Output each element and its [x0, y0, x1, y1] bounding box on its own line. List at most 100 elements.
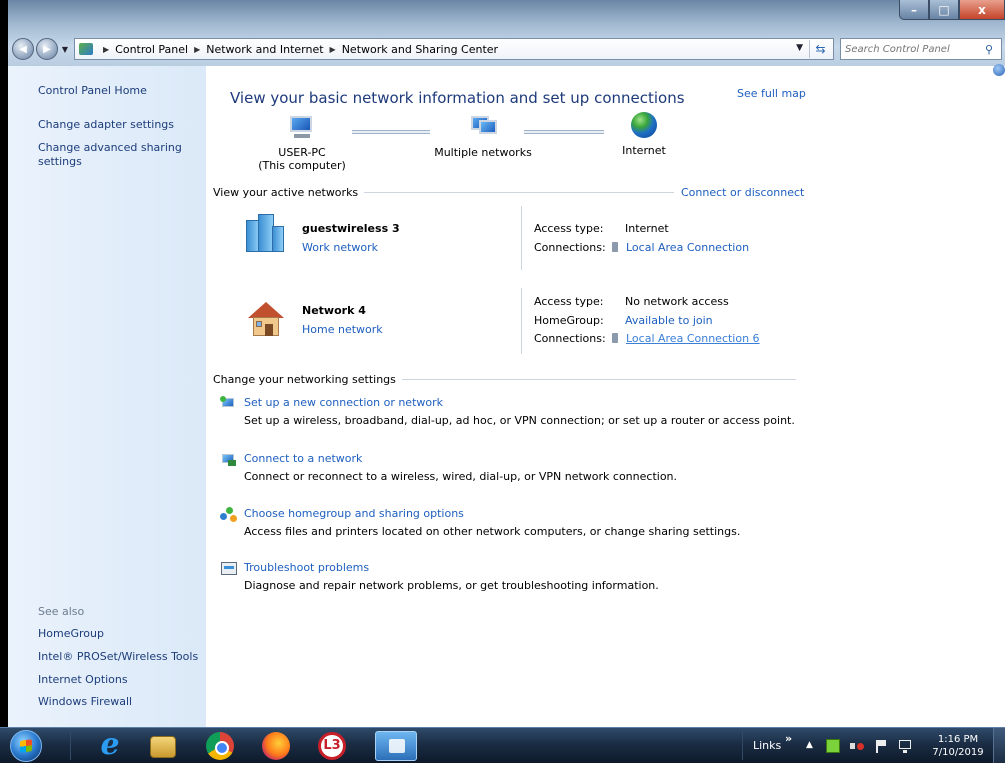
network-name-guestwireless: guestwireless 3 [302, 222, 400, 235]
system-clock[interactable]: 1:16 PM 7/10/2019 [928, 733, 988, 759]
show-desktop-button[interactable] [993, 728, 1005, 763]
sidebar-link-internet-options[interactable]: Internet Options [38, 673, 128, 686]
address-bar[interactable]: ▶ Control Panel ▶ Network and Internet ▶… [74, 38, 834, 60]
setup-connection-link[interactable]: Set up a new connection or network [244, 396, 804, 409]
homegroup-label: HomeGroup: [534, 314, 604, 327]
power-manager-icon[interactable] [826, 739, 840, 753]
homegroup-options-link[interactable]: Choose homegroup and sharing options [244, 507, 804, 520]
internet-explorer-icon[interactable]: e [96, 730, 124, 760]
sidebar-link-windows-firewall[interactable]: Windows Firewall [38, 695, 132, 708]
networking-settings-header: Change your networking settings [213, 373, 796, 386]
chrome-icon[interactable] [206, 732, 234, 760]
connection-name: Local Area Connection 6 [626, 332, 760, 345]
navigation-bar: ◀ ▶ ▼ ▶ Control Panel ▶ Network and Inte… [8, 36, 1005, 62]
back-arrow-icon: ◀ [19, 43, 27, 55]
title-bar: – □ x ◀ ▶ ▼ ▶ Control Panel ▶ Network an… [8, 0, 1005, 66]
computer-name: USER-PC [278, 146, 326, 159]
recent-pages-dropdown[interactable]: ▼ [60, 45, 70, 54]
window-controls: – □ x [899, 0, 1005, 30]
search-box[interactable]: ⚲ [840, 38, 1002, 60]
help-icon[interactable] [993, 64, 1005, 76]
links-toolbar[interactable]: Links [753, 739, 781, 752]
task-homegroup: Choose homegroup and sharing options Acc… [244, 507, 804, 538]
active-networks-heading: View your active networks [213, 186, 359, 199]
access-type-label: Access type: [534, 222, 604, 235]
breadcrumb-separator-icon[interactable]: ▶ [194, 45, 200, 54]
refresh-icon[interactable]: ⇆ [809, 40, 831, 58]
file-explorer-icon[interactable] [150, 736, 176, 758]
taskbar: e L3 Links » ▲ 1:16 PM 7/10/2019 [0, 727, 1005, 763]
multiple-networks-label: Multiple networks [434, 146, 532, 159]
firefox-icon[interactable] [262, 732, 290, 760]
sidebar: Control Panel Home Change adapter settin… [8, 66, 206, 727]
start-button[interactable] [10, 730, 42, 762]
taskbar-divider [70, 732, 71, 760]
active-networks-header: View your active networks [213, 186, 675, 199]
breadcrumb-control-panel[interactable]: Control Panel [115, 43, 188, 56]
connect-network-desc: Connect or reconnect to a wireless, wire… [244, 470, 678, 483]
new-connection-icon [220, 396, 238, 412]
main-content: View your basic network information and … [206, 64, 1005, 727]
breadcrumb-separator-icon[interactable]: ▶ [330, 45, 336, 54]
forward-button[interactable]: ▶ [36, 38, 58, 60]
back-button[interactable]: ◀ [12, 38, 34, 60]
troubleshoot-desc: Diagnose and repair network problems, or… [244, 579, 659, 592]
connect-network-link[interactable]: Connect to a network [244, 452, 804, 465]
network-type-home[interactable]: Home network [302, 323, 383, 336]
sidebar-link-intel-proset[interactable]: Intel® PROSet/Wireless Tools [38, 650, 198, 663]
connections-label: Connections: [534, 241, 606, 254]
breadcrumb-network-and-internet[interactable]: Network and Internet [206, 43, 323, 56]
map-node-internet[interactable]: Internet [614, 112, 674, 157]
troubleshoot-link[interactable]: Troubleshoot problems [244, 561, 804, 574]
connect-or-disconnect-link[interactable]: Connect or disconnect [677, 186, 805, 199]
task-connect-network: Connect to a network Connect or reconnec… [244, 452, 804, 483]
internet-label: Internet [622, 144, 666, 157]
maximize-button[interactable]: □ [929, 0, 959, 20]
access-type-value: No network access [625, 295, 729, 308]
homegroup-options-desc: Access files and printers located on oth… [244, 525, 741, 538]
page-title: View your basic network information and … [230, 89, 685, 107]
breadcrumb-separator-icon[interactable]: ▶ [103, 45, 109, 54]
address-dropdown-icon[interactable]: ▼ [796, 43, 803, 53]
search-icon[interactable]: ⚲ [985, 43, 999, 56]
computer-subtitle: (This computer) [258, 159, 346, 172]
work-network-icon [246, 214, 284, 252]
connection-link-local-area-6[interactable]: Local Area Connection 6 [612, 332, 760, 345]
see-full-map-link[interactable]: See full map [737, 87, 806, 100]
clock-date: 7/10/2019 [932, 747, 984, 758]
task-troubleshoot: Troubleshoot problems Diagnose and repai… [244, 561, 804, 592]
ethernet-plug-icon [612, 333, 618, 343]
l3-app-icon[interactable]: L3 [318, 732, 346, 760]
breadcrumb-network-and-sharing-center[interactable]: Network and Sharing Center [342, 43, 498, 56]
connect-network-icon [220, 452, 238, 468]
sidebar-link-change-advanced-sharing[interactable]: Change advanced sharing settings [38, 141, 188, 169]
close-button[interactable]: x [959, 0, 1005, 20]
action-center-flag-icon[interactable] [874, 739, 888, 753]
minimize-button[interactable]: – [899, 0, 929, 20]
multiple-networks-icon [469, 116, 497, 140]
control-panel-icon [79, 43, 93, 55]
globe-icon [631, 112, 657, 138]
homegroup-available-link[interactable]: Available to join [625, 314, 713, 327]
map-node-computer[interactable]: USER-PC (This computer) [256, 116, 348, 172]
links-chevron-icon[interactable]: » [785, 732, 792, 745]
volume-muted-icon[interactable] [850, 739, 864, 753]
networking-settings-heading: Change your networking settings [213, 373, 396, 386]
sidebar-link-change-adapter-settings[interactable]: Change adapter settings [38, 118, 174, 132]
map-node-multiple-networks[interactable]: Multiple networks [428, 116, 538, 159]
forward-arrow-icon: ▶ [43, 43, 51, 55]
access-type-label: Access type: [534, 295, 604, 308]
search-input[interactable] [845, 43, 985, 55]
clock-time: 1:16 PM [937, 734, 979, 745]
ethernet-plug-icon [612, 242, 618, 252]
network-type-work[interactable]: Work network [302, 241, 378, 254]
connection-link-local-area[interactable]: Local Area Connection [612, 241, 749, 254]
network-tray-icon[interactable] [898, 739, 912, 753]
sidebar-control-panel-home[interactable]: Control Panel Home [38, 84, 147, 97]
show-hidden-icons-button[interactable]: ▲ [806, 740, 813, 750]
home-network-icon [248, 302, 284, 338]
connection-name: Local Area Connection [626, 241, 750, 254]
sidebar-link-homegroup[interactable]: HomeGroup [38, 627, 104, 640]
network-center-taskbar-button[interactable] [375, 731, 417, 761]
divider [521, 206, 522, 270]
